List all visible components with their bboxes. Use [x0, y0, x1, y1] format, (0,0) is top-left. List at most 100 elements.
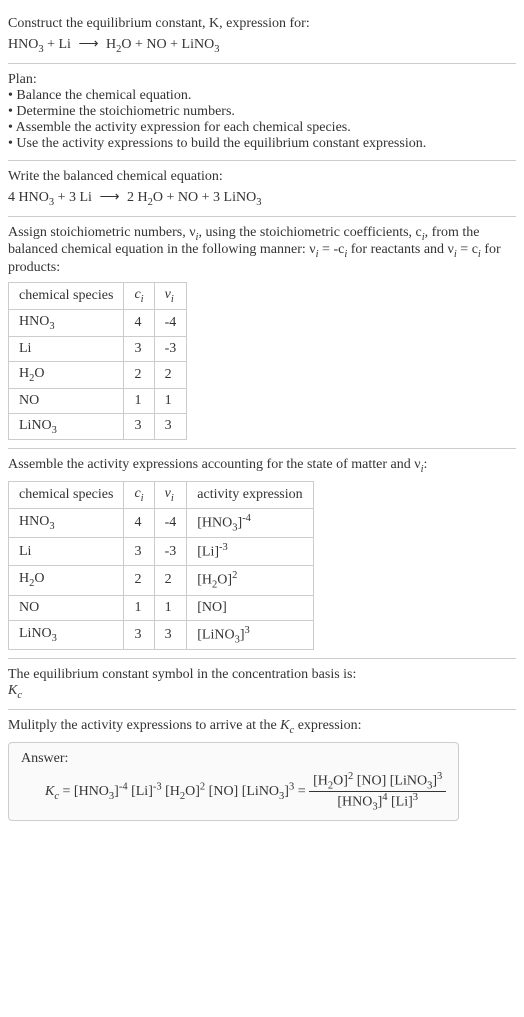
table-row: HNO3 4 -4 [HNO3]-4 — [9, 508, 314, 537]
cell-c: 3 — [124, 620, 154, 649]
term: [Li] — [128, 784, 153, 799]
table-row: H2O 2 2 — [9, 361, 187, 388]
sub: 3 — [52, 633, 57, 644]
eq-part: HNO — [8, 37, 38, 52]
sup: 3 — [245, 625, 250, 636]
sup: -3 — [153, 781, 162, 792]
term: [NO] [LiNO — [205, 784, 279, 799]
assign-section: Assign stoichiometric numbers, νi, using… — [8, 217, 516, 450]
assemble-section: Assemble the activity expressions accoun… — [8, 449, 516, 659]
numerator: [H2O]2 [NO] [LiNO3]3 — [309, 771, 446, 792]
k: K — [45, 784, 54, 799]
balanced-section: Write the balanced chemical equation: 4 … — [8, 161, 516, 217]
cell-activity: [NO] — [187, 595, 313, 620]
plan-title: Plan: — [8, 72, 516, 88]
cell-v: 2 — [154, 566, 187, 595]
answer-label: Answer: — [21, 751, 446, 767]
eq-part: O + NO + LiNO — [121, 37, 214, 52]
text: O — [34, 571, 44, 586]
cell-species: HNO3 — [9, 309, 124, 336]
text: [HNO — [197, 516, 232, 531]
eq-sub: 3 — [256, 197, 261, 208]
cell-v: -3 — [154, 538, 187, 566]
term: [H — [162, 784, 180, 799]
stoichiometric-table: chemical species ci νi HNO3 4 -4 Li 3 -3… — [8, 282, 187, 440]
text: LiNO — [19, 418, 52, 433]
text: LiNO — [19, 626, 52, 641]
table-row: LiNO3 3 3 [LiNO3]3 — [9, 620, 314, 649]
cell-species: Li — [9, 336, 124, 361]
sub: c — [17, 690, 22, 701]
col-activity: activity expression — [187, 482, 313, 509]
sub: i — [141, 493, 144, 504]
text: Assign stoichiometric numbers, ν — [8, 225, 196, 240]
cell-c: 3 — [124, 413, 154, 440]
text: , using the stoichiometric coefficients,… — [198, 225, 421, 240]
term: [HNO — [74, 784, 109, 799]
table-row: HNO3 4 -4 — [9, 309, 187, 336]
term: [NO] [LiNO — [353, 773, 427, 788]
sup: 3 — [437, 771, 442, 782]
intro-line: Construct the equilibrium constant, K, e… — [8, 16, 516, 32]
eq-part: + 3 Li — [54, 190, 95, 205]
cell-v: -3 — [154, 336, 187, 361]
arrow-icon: ⟶ — [78, 36, 98, 53]
sup: 2 — [232, 570, 237, 581]
cell-activity: [HNO3]-4 — [187, 508, 313, 537]
text: Mulitply the activity expressions to arr… — [8, 718, 280, 733]
plan-bullet: • Assemble the activity expression for e… — [8, 120, 516, 136]
cell-species: NO — [9, 388, 124, 413]
text: for reactants and ν — [347, 242, 454, 257]
table-header-row: chemical species ci νi — [9, 283, 187, 310]
cell-v: 2 — [154, 361, 187, 388]
cell-v: 1 — [154, 595, 187, 620]
k: K — [280, 718, 289, 733]
col-vi: νi — [154, 482, 187, 509]
text: [H — [197, 573, 212, 588]
text: H — [19, 366, 29, 381]
sub: 3 — [49, 521, 54, 532]
sub: 3 — [49, 321, 54, 332]
cell-species: HNO3 — [9, 508, 124, 537]
cell-c: 1 — [124, 595, 154, 620]
cell-c: 1 — [124, 388, 154, 413]
col-ci: ci — [124, 482, 154, 509]
arrow-icon: ⟶ — [99, 189, 119, 206]
cell-species: H2O — [9, 361, 124, 388]
cell-v: 3 — [154, 620, 187, 649]
multiply-section: Mulitply the activity expressions to arr… — [8, 710, 516, 830]
sup: -3 — [219, 542, 228, 553]
plan-bullet: • Balance the chemical equation. — [8, 88, 516, 104]
col-species: chemical species — [9, 482, 124, 509]
text: O — [34, 366, 44, 381]
table-row: Li 3 -3 [Li]-3 — [9, 538, 314, 566]
cell-species: H2O — [9, 566, 124, 595]
text: HNO — [19, 514, 49, 529]
table-row: H2O 2 2 [H2O]2 — [9, 566, 314, 595]
cell-c: 2 — [124, 361, 154, 388]
text: [Li] — [197, 545, 219, 560]
text: [LiNO — [197, 627, 234, 642]
balanced-title: Write the balanced chemical equation: — [8, 169, 516, 185]
sup: 3 — [413, 792, 418, 803]
intro-equation: HNO3 + Li ⟶ H2O + NO + LiNO3 — [8, 36, 516, 55]
cell-activity: [LiNO3]3 — [187, 620, 313, 649]
cell-species: LiNO3 — [9, 413, 124, 440]
text: expression: — [294, 718, 361, 733]
cell-c: 3 — [124, 538, 154, 566]
eq-part: + Li — [44, 37, 75, 52]
balanced-equation: 4 HNO3 + 3 Li ⟶ 2 H2O + NO + 3 LiNO3 — [8, 189, 516, 208]
eq: = — [294, 784, 309, 799]
text: = c — [457, 242, 478, 257]
table-row: Li 3 -3 — [9, 336, 187, 361]
term: [H — [313, 773, 328, 788]
sup: -4 — [119, 781, 128, 792]
plan-bullet: • Use the activity expressions to build … — [8, 136, 516, 152]
cell-v: -4 — [154, 508, 187, 537]
text: : — [424, 457, 428, 472]
text: HNO — [19, 314, 49, 329]
table-header-row: chemical species ci νi activity expressi… — [9, 482, 314, 509]
cell-species: NO — [9, 595, 124, 620]
cell-species: LiNO3 — [9, 620, 124, 649]
sub: 3 — [52, 424, 57, 435]
